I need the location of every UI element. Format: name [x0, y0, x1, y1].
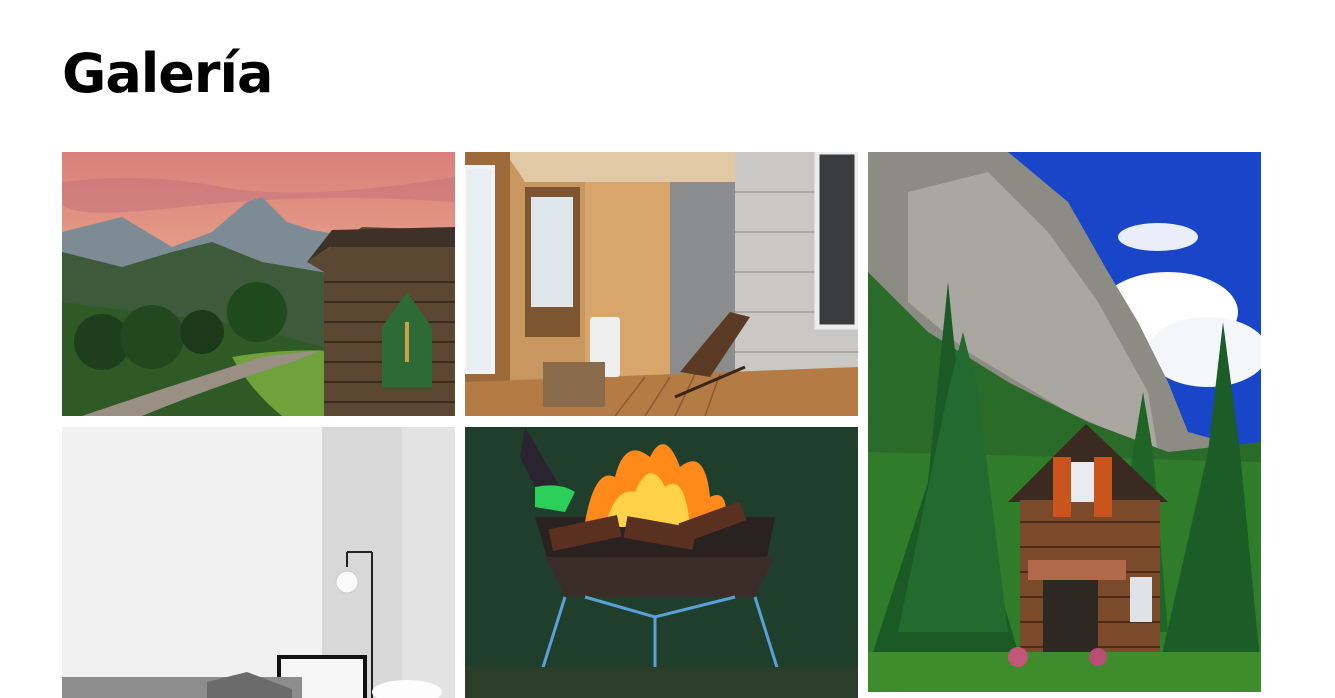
gallery-image-forest-cabin[interactable]: [868, 152, 1261, 692]
gallery-image-wooden-porch[interactable]: [465, 152, 858, 416]
gallery-image-campfire[interactable]: [465, 427, 858, 698]
page-title: Galería: [62, 42, 273, 105]
gallery-image-mountain-cabin[interactable]: [62, 152, 455, 416]
gallery-image-living-room[interactable]: [62, 427, 455, 698]
